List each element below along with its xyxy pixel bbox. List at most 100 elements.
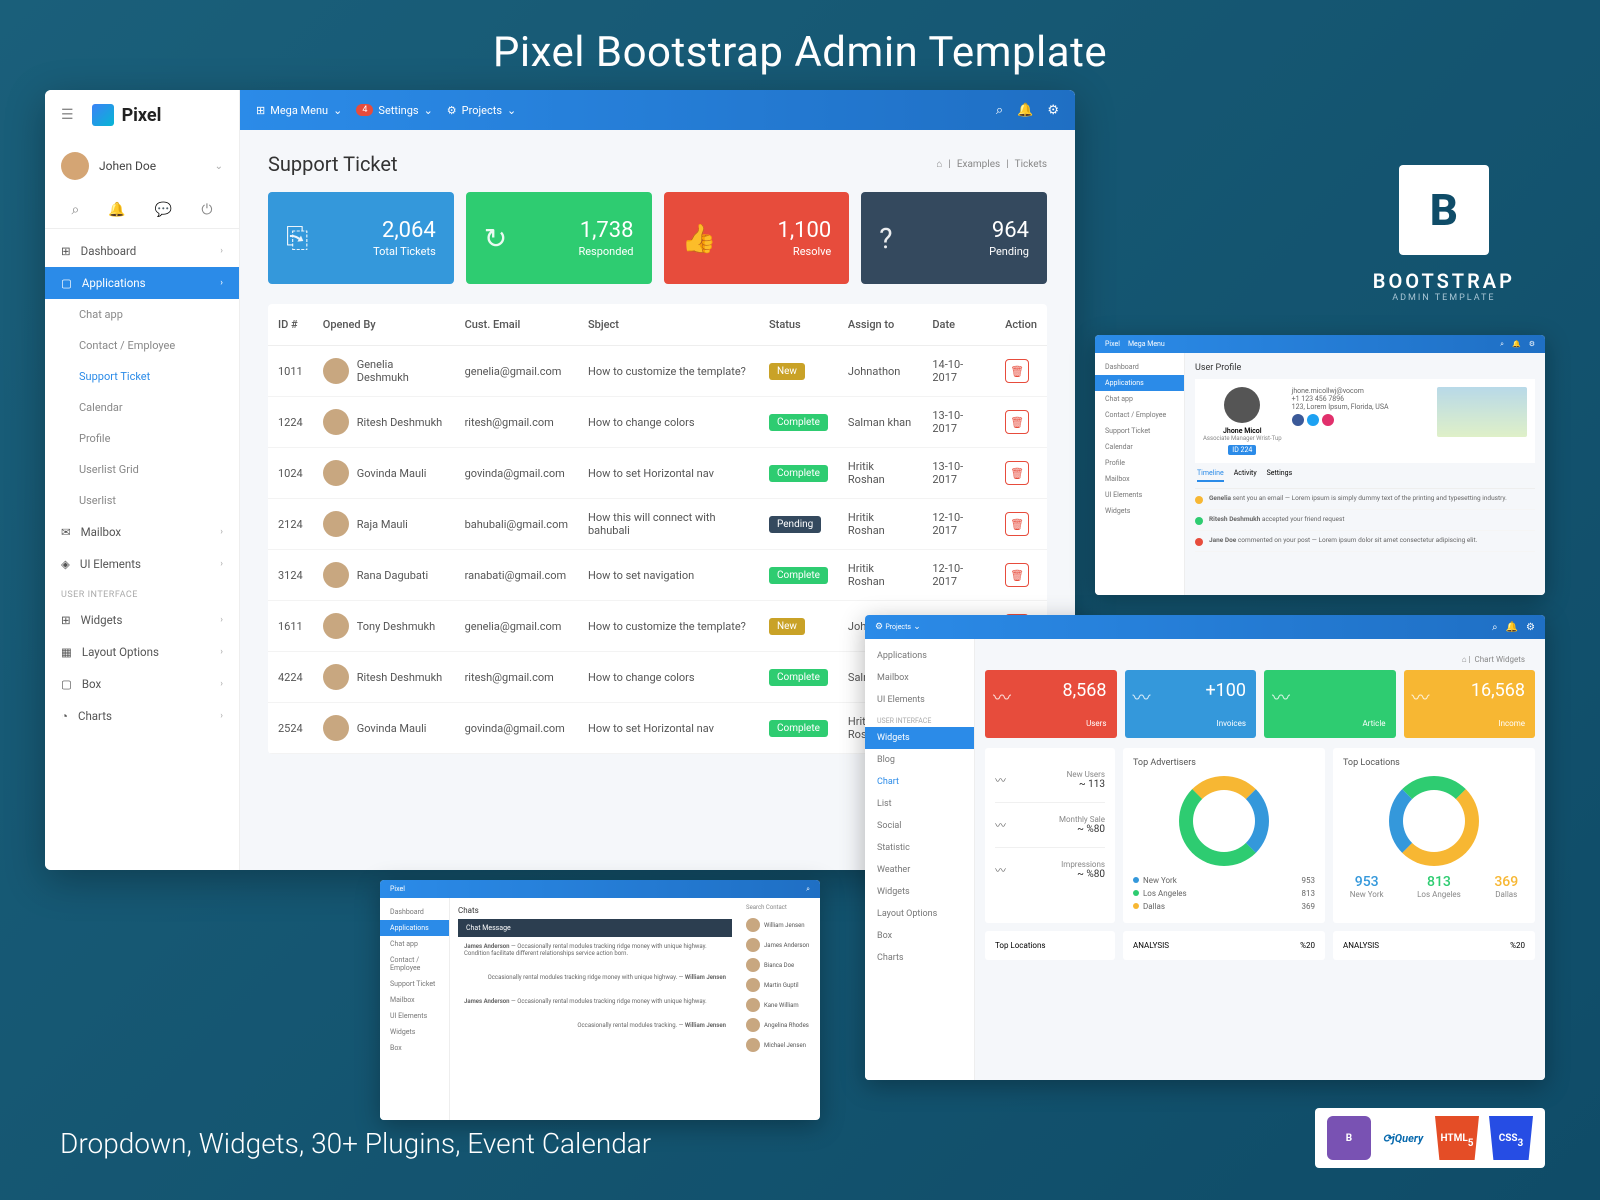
power-icon[interactable]: ⏻ bbox=[201, 202, 212, 218]
delete-button[interactable]: 🗑 bbox=[1005, 359, 1029, 383]
cell-email: ranabati@gmail.com bbox=[455, 550, 578, 601]
sidebar-item-mailbox[interactable]: ✉Mailbox› bbox=[45, 516, 239, 548]
sidebar-item[interactable]: Dashboard bbox=[1095, 359, 1184, 375]
bell-icon[interactable]: 🔔 bbox=[108, 202, 125, 218]
tab-timeline[interactable]: Timeline bbox=[1197, 469, 1224, 482]
sidebar-item-chat-app[interactable]: Chat app bbox=[45, 299, 239, 330]
search-icon[interactable]: ⌕ bbox=[1492, 622, 1498, 633]
sidebar-item[interactable]: Chart bbox=[865, 771, 974, 793]
sidebar-item[interactable]: Blog bbox=[865, 749, 974, 771]
sidebar-item-contact-employee[interactable]: Contact / Employee bbox=[45, 330, 239, 361]
contact-item[interactable]: Martin Guptil bbox=[746, 975, 814, 995]
sidebar-item[interactable]: Profile bbox=[1095, 455, 1184, 471]
contact-item[interactable]: William Jensen bbox=[746, 915, 814, 935]
chat-icon[interactable]: 💬 bbox=[155, 202, 172, 218]
sidebar-item-userlist[interactable]: Userlist bbox=[45, 485, 239, 516]
gear-icon[interactable]: ⚙ bbox=[1529, 340, 1535, 348]
sidebar-item[interactable]: Social bbox=[865, 815, 974, 837]
contact-item[interactable]: Angelina Rhodes bbox=[746, 1015, 814, 1035]
avatar bbox=[323, 511, 349, 537]
breadcrumb-item[interactable]: Examples bbox=[957, 159, 1000, 170]
sidebar-item-dashboard[interactable]: ⊞Dashboard› bbox=[45, 235, 239, 267]
mega-menu[interactable]: ⊞ Mega Menu ⌄ bbox=[256, 104, 342, 117]
sidebar-item-userlist-grid[interactable]: Userlist Grid bbox=[45, 454, 239, 485]
sidebar-item[interactable]: Chat app bbox=[380, 936, 449, 952]
sidebar-item[interactable]: Dashboard bbox=[380, 904, 449, 920]
twitter-icon[interactable] bbox=[1307, 414, 1319, 426]
avatar bbox=[1224, 387, 1260, 423]
sidebar-item[interactable]: Applications bbox=[380, 920, 449, 936]
sidebar-item-ui-elements[interactable]: ◈UI Elements› bbox=[45, 548, 239, 580]
delete-button[interactable]: 🗑 bbox=[1005, 410, 1029, 434]
sidebar-item[interactable]: Mailbox bbox=[1095, 471, 1184, 487]
menu-icon[interactable]: ☰ bbox=[61, 107, 74, 123]
nav-icon: ⊞ bbox=[61, 244, 71, 258]
sidebar-item-widgets[interactable]: ⊞Widgets› bbox=[45, 604, 239, 636]
sidebar-item[interactable]: Statistic bbox=[865, 837, 974, 859]
delete-button[interactable]: 🗑 bbox=[1005, 563, 1029, 587]
sidebar-item-layout-options[interactable]: ▦Layout Options› bbox=[45, 636, 239, 668]
sidebar-item[interactable]: Widgets bbox=[1095, 503, 1184, 519]
sidebar-item[interactable]: UI Elements bbox=[865, 689, 974, 711]
projects-menu[interactable]: ⚙ Projects ⌄ bbox=[875, 622, 921, 632]
chat-message: Occasionally rental modules tracking rid… bbox=[458, 968, 732, 987]
search-contact[interactable]: Search Contact bbox=[746, 904, 814, 911]
sidebar-item-profile[interactable]: Profile bbox=[45, 423, 239, 454]
delete-button[interactable]: 🗑 bbox=[1005, 461, 1029, 485]
search-icon[interactable]: ⌕ bbox=[1500, 340, 1504, 349]
bell-icon[interactable]: 🔔 bbox=[1017, 103, 1033, 118]
sidebar-item[interactable]: Support Ticket bbox=[1095, 423, 1184, 439]
delete-button[interactable]: 🗑 bbox=[1005, 512, 1029, 536]
contact-item[interactable]: James Anderson bbox=[746, 935, 814, 955]
gear-icon[interactable]: ⚙ bbox=[1526, 622, 1535, 633]
summary-item: 〰Impressions~ %80 bbox=[995, 848, 1105, 892]
tab-settings[interactable]: Settings bbox=[1267, 469, 1293, 482]
search-icon[interactable]: ⌕ bbox=[806, 885, 810, 894]
mega-menu[interactable]: Mega Menu bbox=[1128, 340, 1165, 348]
instagram-icon[interactable] bbox=[1322, 414, 1334, 426]
projects-menu[interactable]: ⚙ Projects ⌄ bbox=[447, 104, 516, 117]
settings-menu[interactable]: 4 Settings ⌄ bbox=[356, 104, 432, 117]
sidebar-item[interactable]: UI Elements bbox=[1095, 487, 1184, 503]
sidebar-item-support-ticket[interactable]: Support Ticket bbox=[45, 361, 239, 392]
sidebar-item[interactable]: List bbox=[865, 793, 974, 815]
sidebar-item[interactable]: UI Elements bbox=[380, 1008, 449, 1024]
home-icon[interactable]: ⌂ bbox=[936, 159, 942, 170]
sidebar-item[interactable]: Widgets bbox=[865, 881, 974, 903]
sidebar-item[interactable]: Widgets bbox=[865, 727, 974, 749]
facebook-icon[interactable] bbox=[1292, 414, 1304, 426]
sidebar-item[interactable]: Box bbox=[865, 925, 974, 947]
sidebar-item[interactable]: Box bbox=[380, 1040, 449, 1056]
sidebar-item[interactable]: Mailbox bbox=[380, 992, 449, 1008]
bell-icon[interactable]: 🔔 bbox=[1506, 622, 1518, 633]
sidebar-item[interactable]: Calendar bbox=[1095, 439, 1184, 455]
sidebar-item-calendar[interactable]: Calendar bbox=[45, 392, 239, 423]
sidebar-item[interactable]: Mailbox bbox=[865, 667, 974, 689]
sidebar-item[interactable]: Applications bbox=[1095, 375, 1184, 391]
sidebar-item-box[interactable]: ▢Box› bbox=[45, 668, 239, 700]
sidebar-item[interactable]: Support Ticket bbox=[380, 976, 449, 992]
page-title: User Profile bbox=[1195, 363, 1535, 373]
sidebar-item[interactable]: Weather bbox=[865, 859, 974, 881]
sidebar-item[interactable]: Contact / Employee bbox=[380, 952, 449, 976]
sidebar-item-charts[interactable]: ◔Charts› bbox=[45, 700, 239, 732]
contact-item[interactable]: Bianca Doe bbox=[746, 955, 814, 975]
cell-action: 🗑 bbox=[995, 397, 1047, 448]
search-icon[interactable]: ⌕ bbox=[996, 103, 1003, 118]
cell-assign: Hritik Roshan bbox=[838, 448, 922, 499]
sidebar-item[interactable]: Charts bbox=[865, 947, 974, 969]
contact-item[interactable]: Michael Jensen bbox=[746, 1035, 814, 1055]
contact-item[interactable]: Kane William bbox=[746, 995, 814, 1015]
sidebar-item-applications[interactable]: ▢Applications› bbox=[45, 267, 239, 299]
stat-card-resolve: 👍1,100Resolve bbox=[664, 192, 850, 284]
sidebar-item[interactable]: Chat app bbox=[1095, 391, 1184, 407]
user-row[interactable]: Johen Doe ⌄ bbox=[45, 140, 239, 192]
sidebar-item[interactable]: Contact / Employee bbox=[1095, 407, 1184, 423]
search-icon[interactable]: ⌕ bbox=[72, 202, 80, 218]
tab-activity[interactable]: Activity bbox=[1234, 469, 1257, 482]
bell-icon[interactable]: 🔔 bbox=[1512, 340, 1521, 348]
sidebar-item[interactable]: Applications bbox=[865, 645, 974, 667]
sidebar-item[interactable]: Layout Options bbox=[865, 903, 974, 925]
sidebar-item[interactable]: Widgets bbox=[380, 1024, 449, 1040]
gear-icon[interactable]: ⚙ bbox=[1047, 103, 1059, 118]
